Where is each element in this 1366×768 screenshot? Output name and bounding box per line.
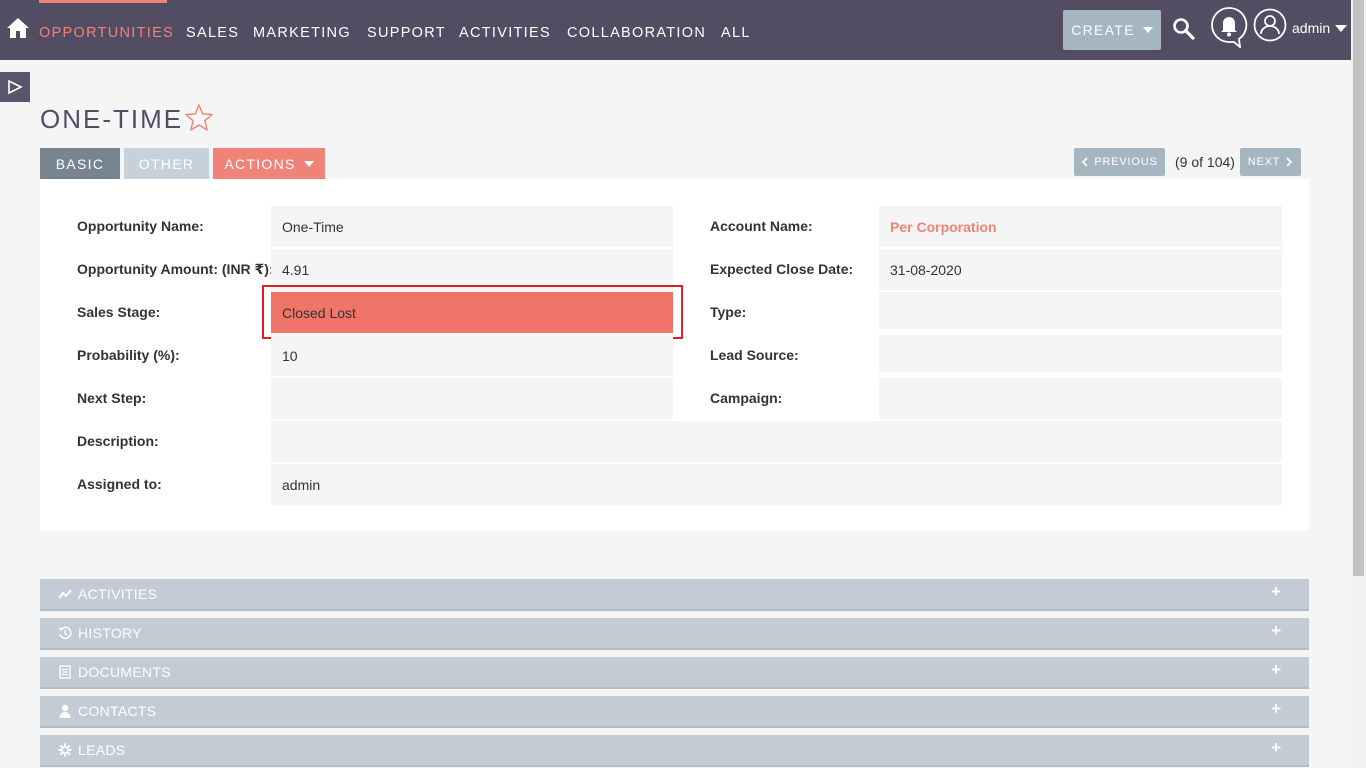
subpanel-leads[interactable]: LEADS +	[40, 735, 1309, 767]
actions-label: ACTIONS	[224, 155, 296, 172]
assigned-to-value[interactable]: admin	[271, 464, 1282, 505]
opportunity-name-value[interactable]: One-Time	[271, 206, 673, 247]
expand-plus-icon[interactable]: +	[1271, 738, 1281, 758]
subpanel-title: LEADS	[78, 742, 126, 758]
nav-collaboration[interactable]: COLLABORATION	[567, 25, 706, 43]
page-title: ONE-TIME	[40, 104, 184, 134]
nav-activities[interactable]: ACTIVITIES	[459, 25, 551, 43]
nav-sales[interactable]: SALES	[186, 25, 239, 43]
chevron-down-icon	[1142, 27, 1153, 33]
gear-icon	[57, 742, 73, 758]
search-icon[interactable]	[1172, 17, 1196, 46]
home-icon[interactable]	[6, 16, 30, 42]
opportunity-amount-label: Opportunity Amount: (INR ₹):	[77, 261, 274, 277]
user-avatar-icon[interactable]	[1253, 8, 1287, 47]
expected-close-date-label: Expected Close Date:	[710, 261, 854, 277]
expand-plus-icon[interactable]: +	[1271, 582, 1281, 602]
person-icon	[57, 703, 73, 719]
previous-label: PREVIOUS	[1094, 156, 1158, 168]
description-value[interactable]	[271, 421, 1282, 462]
chevron-down-icon	[303, 160, 314, 167]
top-nav: OPPORTUNITIES SALES MARKETING SUPPORT AC…	[0, 0, 1351, 60]
subpanel-contacts[interactable]: CONTACTS +	[40, 696, 1309, 728]
expand-plus-icon[interactable]: +	[1271, 621, 1281, 641]
nav-all[interactable]: ALL	[721, 25, 751, 43]
record-count: (9 of 104)	[1175, 154, 1235, 170]
actions-dropdown[interactable]: ACTIONS	[213, 148, 325, 179]
sales-stage-label: Sales Stage:	[77, 304, 161, 320]
history-clock-icon	[57, 625, 73, 641]
expand-plus-icon[interactable]: +	[1271, 699, 1281, 719]
tab-other[interactable]: OTHER	[124, 148, 209, 179]
activity-chart-icon	[57, 586, 73, 602]
user-menu[interactable]: admin	[1292, 20, 1348, 36]
previous-button[interactable]: PREVIOUS	[1074, 148, 1165, 176]
opportunity-amount-value[interactable]: 4.91	[271, 249, 673, 290]
expand-plus-icon[interactable]: +	[1271, 660, 1281, 680]
notifications-bell-icon[interactable]	[1210, 6, 1248, 53]
type-value[interactable]	[879, 292, 1282, 329]
lead-source-label: Lead Source:	[710, 347, 799, 363]
subpanel-documents[interactable]: DOCUMENTS +	[40, 657, 1309, 689]
sales-stage-value[interactable]: Closed Lost	[271, 292, 673, 333]
nav-support[interactable]: SUPPORT	[367, 25, 446, 43]
account-name-label: Account Name:	[710, 218, 813, 234]
tab-basic[interactable]: BASIC	[40, 148, 120, 179]
subpanel-title: CONTACTS	[78, 703, 157, 719]
detail-panel: Opportunity Name: One-Time Opportunity A…	[40, 179, 1309, 531]
probability-value[interactable]: 10	[271, 335, 673, 376]
next-button[interactable]: NEXT	[1240, 148, 1301, 176]
sidebar-toggle-button[interactable]	[0, 72, 30, 102]
scrollbar[interactable]	[1351, 0, 1366, 768]
subpanel-title: DOCUMENTS	[78, 664, 171, 680]
opportunity-name-label: Opportunity Name:	[77, 218, 204, 234]
probability-label: Probability (%):	[77, 347, 180, 363]
nav-marketing[interactable]: MARKETING	[253, 25, 351, 43]
subpanel-title: ACTIVITIES	[78, 586, 158, 602]
chevron-down-icon	[1335, 24, 1348, 32]
next-step-value[interactable]	[271, 378, 673, 419]
play-triangle-icon	[8, 79, 23, 95]
active-tab-indicator	[39, 0, 167, 3]
assigned-to-label: Assigned to:	[77, 476, 162, 492]
campaign-label: Campaign:	[710, 390, 783, 406]
create-label: CREATE	[1071, 22, 1135, 38]
account-name-link[interactable]: Per Corporation	[879, 206, 1282, 247]
chevron-right-icon	[1286, 157, 1293, 167]
campaign-value[interactable]	[879, 378, 1282, 419]
favorite-star-icon[interactable]	[184, 103, 214, 138]
description-label: Description:	[77, 433, 159, 449]
chevron-left-icon	[1082, 157, 1089, 167]
scrollbar-thumb[interactable]	[1353, 0, 1364, 576]
create-button[interactable]: CREATE	[1063, 10, 1161, 50]
user-name: admin	[1292, 20, 1331, 36]
document-icon	[57, 664, 73, 680]
lead-source-value[interactable]	[879, 335, 1282, 372]
next-step-label: Next Step:	[77, 390, 147, 406]
subpanel-title: HISTORY	[78, 625, 142, 641]
subpanel-history[interactable]: HISTORY +	[40, 618, 1309, 650]
expected-close-date-value[interactable]: 31-08-2020	[879, 249, 1282, 290]
nav-opportunities[interactable]: OPPORTUNITIES	[39, 25, 174, 43]
type-label: Type:	[710, 304, 747, 320]
next-label: NEXT	[1247, 156, 1281, 168]
subpanel-activities[interactable]: ACTIVITIES +	[40, 579, 1309, 611]
